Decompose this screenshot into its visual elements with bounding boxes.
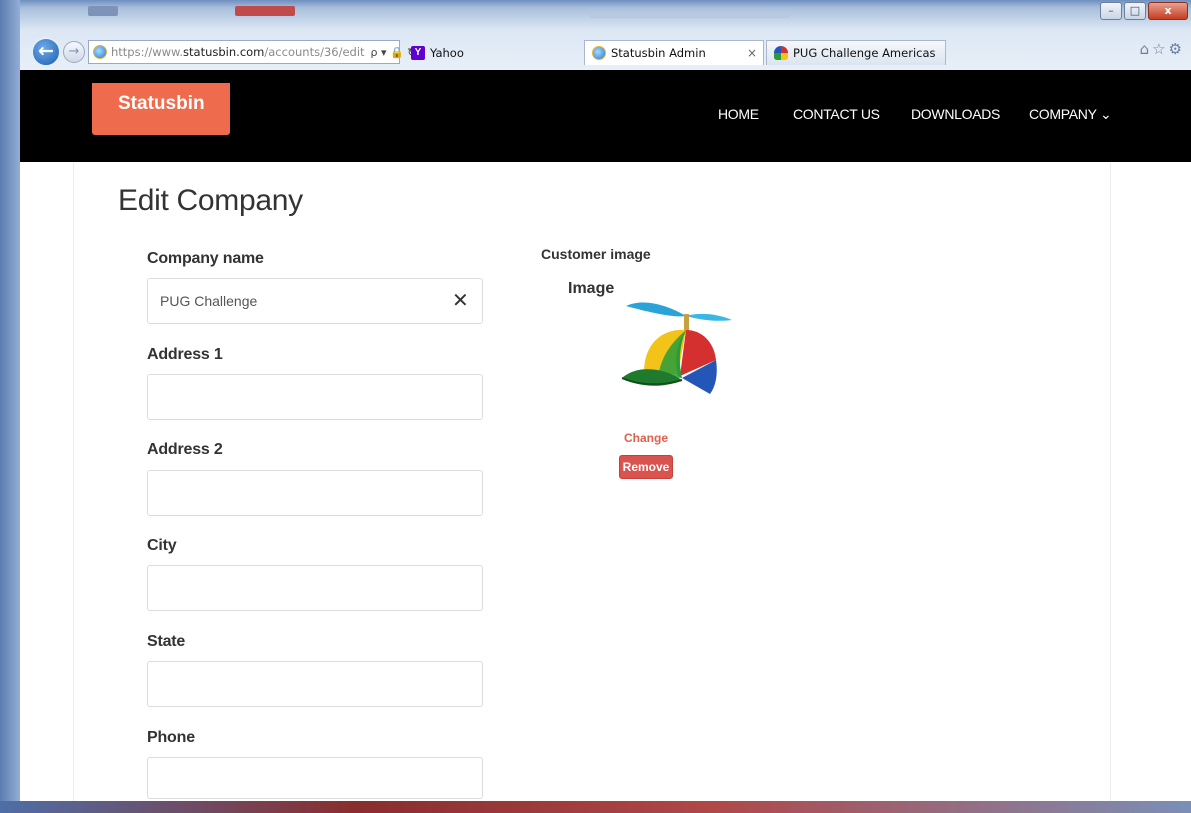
company-name-label: Company name: [147, 250, 264, 267]
nav-company-dropdown[interactable]: COMPANY ⌄: [1029, 106, 1112, 123]
site-navbar: Statusbin HOME CONTACT US DOWNLOADS COMP…: [20, 70, 1191, 162]
tab-label: Statusbin Admin: [611, 46, 706, 60]
browser-chrome: – □ x ← → https://www.statusbin.com/acco…: [0, 0, 1191, 70]
ie-icon: [592, 46, 606, 60]
address-1-input[interactable]: [147, 374, 483, 420]
address-2-input[interactable]: [147, 470, 483, 516]
pug-cap-icon: [774, 46, 788, 60]
customer-image-label: Customer image: [541, 246, 651, 262]
address-2-label: Address 2: [147, 441, 223, 458]
close-tab-icon[interactable]: ×: [747, 46, 757, 60]
close-window-button[interactable]: x: [1148, 2, 1188, 20]
phone-label: Phone: [147, 729, 195, 746]
minimize-button[interactable]: –: [1100, 2, 1122, 20]
maximize-button[interactable]: □: [1124, 2, 1146, 20]
home-favorites-settings-icons[interactable]: ⌂☆⚙: [1140, 40, 1185, 58]
yahoo-icon: Y: [411, 45, 425, 60]
titlebar-decoration: [590, 12, 790, 18]
address-bar[interactable]: https://www.statusbin.com/accounts/36/ed…: [88, 40, 416, 64]
titlebar-decoration: [235, 6, 295, 16]
url-prefix: https://www.: [111, 45, 184, 59]
url-domain: statusbin.com: [183, 45, 265, 59]
state-label: State: [147, 633, 186, 650]
city-input[interactable]: [147, 565, 483, 611]
tab-pug-challenge[interactable]: PUG Challenge Americas: [766, 40, 946, 65]
nav-contact-us[interactable]: CONTACT US: [793, 106, 880, 122]
city-label: City: [147, 537, 177, 554]
phone-input[interactable]: [147, 757, 483, 799]
nav-home[interactable]: HOME: [718, 106, 759, 122]
state-input[interactable]: [147, 661, 483, 707]
image-label: Image: [568, 280, 615, 297]
tab-statusbin-admin[interactable]: Statusbin Admin ×: [584, 40, 764, 65]
tab-yahoo[interactable]: Y Yahoo: [404, 40, 582, 65]
window-edge: [0, 801, 1191, 813]
propeller-cap-icon: [621, 302, 732, 394]
window-edge: [0, 0, 20, 813]
address-1-label: Address 1: [147, 346, 223, 363]
page-title: Edit Company: [118, 184, 303, 217]
tab-label: PUG Challenge Americas: [793, 46, 936, 60]
ie-icon: [93, 45, 107, 59]
forward-arrow-icon[interactable]: →: [63, 41, 85, 63]
nav-downloads[interactable]: DOWNLOADS: [911, 106, 1000, 122]
change-image-link[interactable]: Change: [624, 431, 668, 445]
clear-input-icon[interactable]: ✕: [452, 290, 469, 310]
url-text[interactable]: https://www.statusbin.com/accounts/36/ed…: [111, 45, 365, 59]
brand-logo[interactable]: Statusbin: [92, 83, 230, 135]
url-path: /accounts/36/edit: [264, 45, 365, 59]
remove-image-button[interactable]: Remove: [619, 455, 673, 479]
tab-label: Yahoo: [430, 45, 464, 60]
titlebar-decoration: [88, 6, 118, 16]
back-arrow-icon[interactable]: ←: [31, 37, 61, 67]
company-name-input[interactable]: [147, 278, 483, 324]
